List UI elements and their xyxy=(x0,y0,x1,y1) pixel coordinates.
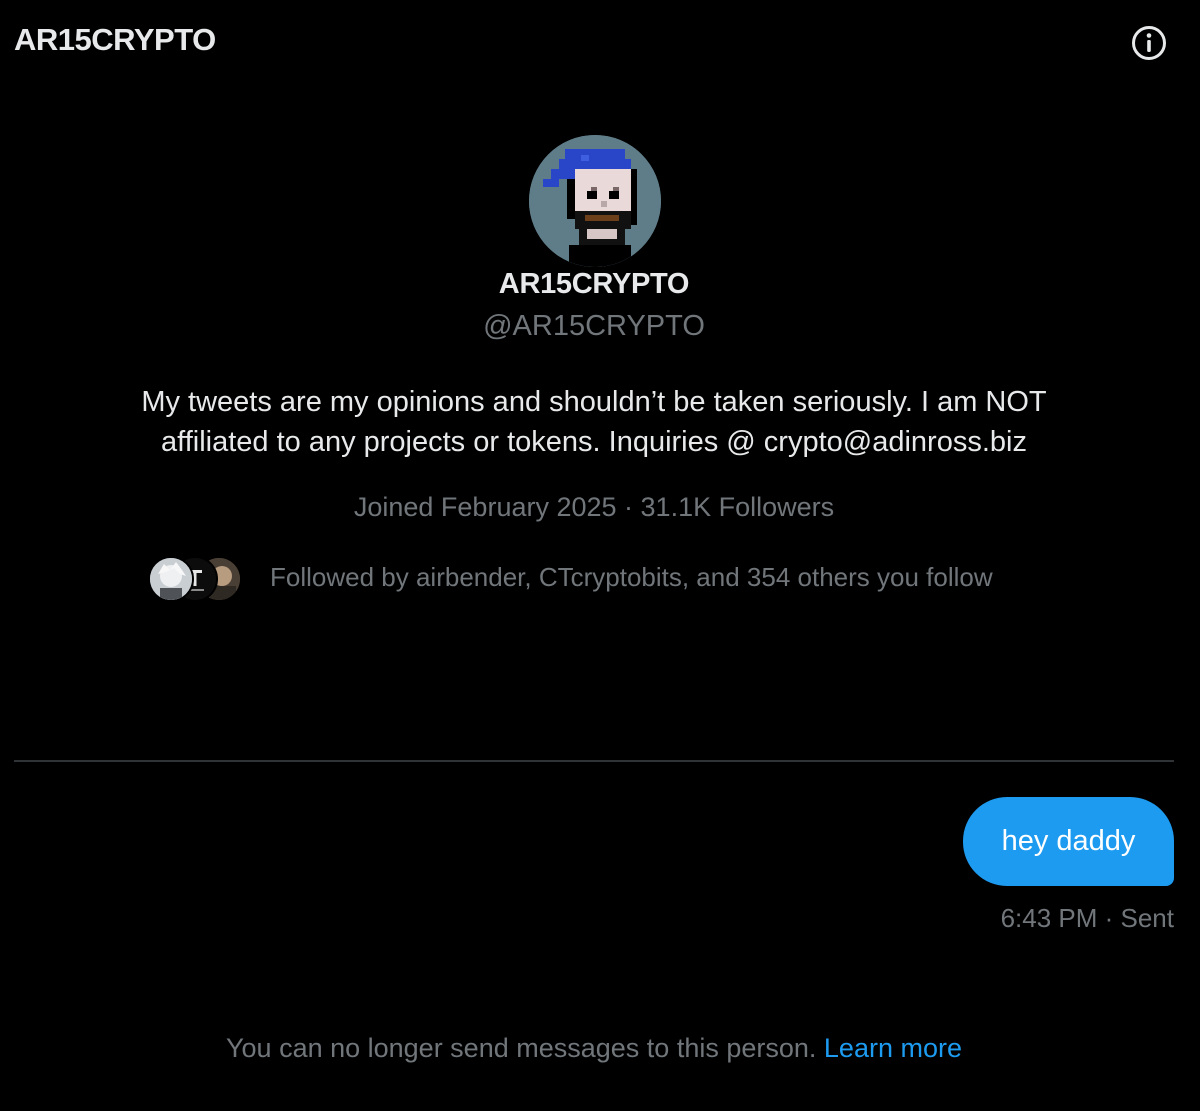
profile-bio-line: affiliated to any projects or tokens. In… xyxy=(161,426,1027,458)
message-time: 6:43 PM xyxy=(1000,903,1098,933)
message-text: hey daddy xyxy=(1001,825,1136,857)
info-circle-icon xyxy=(1132,26,1166,60)
followed-by[interactable]: Followed by airbender, CTcryptobits, and… xyxy=(148,554,993,602)
profile-bio-line: My tweets are my opinions and shouldn’t … xyxy=(141,386,1047,418)
info-button[interactable] xyxy=(1130,24,1168,62)
profile-bio: My tweets are my opinions and shouldn’t … xyxy=(74,382,1114,462)
outgoing-message-bubble[interactable]: hey daddy xyxy=(963,797,1174,886)
follower-avatar-image xyxy=(150,558,192,600)
conversation-title: AR15CRYPTO xyxy=(14,22,216,57)
joined-date: Joined February 2025 xyxy=(353,492,617,522)
meta-separator: · xyxy=(616,492,641,522)
profile-display-name[interactable]: AR15CRYPTO xyxy=(14,268,1174,301)
conversation-header: AR15CRYPTO xyxy=(0,0,1200,84)
status-separator: · xyxy=(1097,903,1121,933)
message-status: 6:43 PM · Sent xyxy=(1001,903,1174,934)
followers-count[interactable]: 31.1K Followers xyxy=(641,492,835,522)
profile-meta: Joined February 2025 · 31.1K Followers xyxy=(14,492,1174,523)
profile-handle: @AR15CRYPTO xyxy=(483,310,705,342)
profile-card[interactable]: AR15CRYPTO @AR15CRYPTO My tweets are my … xyxy=(14,92,1174,762)
notice-text: You can no longer send messages to this … xyxy=(226,1033,817,1063)
avatar[interactable] xyxy=(529,135,661,267)
followed-by-text: Followed by airbender, CTcryptobits, and… xyxy=(270,561,993,592)
message-sent-status: Sent xyxy=(1120,903,1175,933)
divider xyxy=(14,760,1174,762)
cannot-message-notice: You can no longer send messages to this … xyxy=(0,1033,1188,1064)
pixel-punk-avatar-image xyxy=(529,135,661,267)
follower-avatar xyxy=(148,556,194,602)
follower-avatars xyxy=(148,554,248,602)
learn-more-link[interactable]: Learn more xyxy=(824,1033,962,1063)
